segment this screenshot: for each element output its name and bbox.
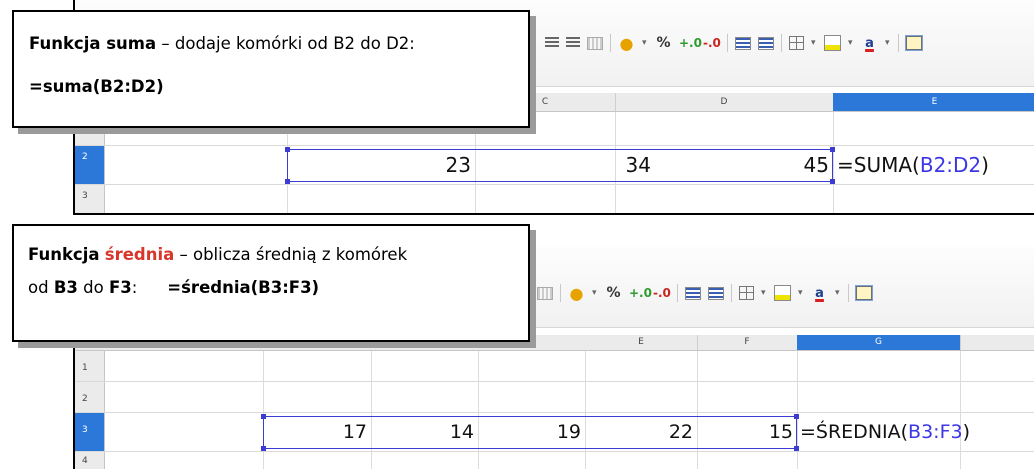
callout-text: – dodaje komórki od B2 do D2: [156, 34, 415, 53]
chevron-down-icon[interactable]: ▾ [848, 38, 854, 48]
row-header-4[interactable]: 4 [75, 452, 105, 469]
row-header-3[interactable]: 3 [75, 185, 105, 213]
callout-text-od: od [28, 278, 54, 297]
callout-colon: : [131, 278, 138, 297]
row-2: 2 23 34 45 =SUMA(B2:D2) [75, 146, 1034, 185]
chevron-down-icon[interactable]: ▾ [885, 38, 891, 48]
callout-description: Funkcja suma – dodaje komórki od B2 do D… [29, 34, 528, 53]
column-header-f[interactable]: F [697, 335, 798, 350]
callout-formula: =średnia(B3:F3) [167, 278, 320, 297]
column-header-e[interactable]: E [585, 335, 698, 350]
chevron-down-icon[interactable]: ▾ [761, 288, 767, 298]
percent-format-icon[interactable]: % [605, 285, 622, 301]
toolbar-separator [898, 34, 899, 52]
formula-suffix: ) [981, 153, 989, 177]
chevron-down-icon[interactable]: ▾ [642, 38, 648, 48]
row-3: 3 [75, 185, 1034, 213]
formula-prefix: =SUMA( [837, 153, 920, 177]
toolbar-separator [848, 284, 849, 302]
callout-ref-f3: F3 [108, 278, 132, 297]
fill-color-icon[interactable]: ● [618, 35, 635, 51]
row-header-2[interactable]: 2 [75, 382, 105, 412]
column-header-d[interactable]: D [615, 93, 834, 111]
explanation-callout-sum: Funkcja suma – dodaje komórki od B2 do D… [12, 10, 530, 128]
row-header-3-selected[interactable]: 3 [75, 413, 105, 451]
add-decimal-icon[interactable]: +.0 [679, 36, 702, 51]
callout-ref-b3: B3 [53, 278, 78, 297]
formula-suffix: ) [962, 421, 971, 443]
gridlines-icon[interactable] [855, 285, 873, 301]
cell-e2-formula[interactable]: =SUMA(B2:D2) [837, 146, 989, 184]
formula-prefix: =ŚREDNIA( [800, 421, 909, 443]
font-color-icon[interactable]: a [861, 36, 878, 51]
callout-text-do: do [77, 278, 109, 297]
gridlines-icon[interactable] [905, 35, 923, 51]
callout-range-line: od B3 do F3: =średnia(B3:F3) [28, 271, 528, 304]
callout-title: Funkcja suma [29, 34, 157, 53]
chevron-down-icon[interactable]: ▾ [811, 38, 817, 48]
toolbar-separator [560, 284, 561, 302]
row-header-1[interactable]: 1 [75, 351, 105, 381]
callout-word-funkcja: Funkcja [28, 245, 100, 264]
background-color-icon[interactable] [824, 35, 841, 51]
font-color-icon[interactable]: a [811, 286, 828, 301]
merge-cells-icon[interactable] [587, 36, 603, 50]
percent-format-icon[interactable]: % [655, 35, 672, 51]
formula-range-reference: B3:F3 [908, 421, 963, 443]
align-center-icon[interactable] [545, 37, 559, 49]
row-1: 1 [75, 351, 1034, 382]
delete-decimal-icon[interactable]: -.0 [703, 36, 721, 51]
toolbar-separator [610, 34, 611, 52]
increase-indent-icon[interactable] [735, 36, 751, 50]
chevron-down-icon[interactable]: ▾ [798, 288, 804, 298]
decrease-indent-icon[interactable] [758, 36, 774, 50]
row-header-2-selected[interactable]: 2 [75, 146, 105, 184]
row-2: 2 [75, 382, 1034, 413]
callout-text: – oblicza średnią z komórek [174, 245, 408, 264]
row-3: 3 17 14 19 22 15 =ŚREDNIA(B3:F3) [75, 413, 1034, 452]
column-header-e-selected[interactable]: E [833, 93, 1034, 111]
borders-icon[interactable] [789, 36, 804, 50]
background-color-icon[interactable] [774, 285, 791, 301]
toolbar-separator [727, 34, 728, 52]
decrease-indent-icon[interactable] [708, 286, 724, 300]
cell-g3-formula[interactable]: =ŚREDNIA(B3:F3) [800, 413, 970, 451]
row-4: 4 [75, 452, 1034, 469]
add-decimal-icon[interactable]: +.0 [629, 286, 652, 301]
toolbar-separator [731, 284, 732, 302]
range-highlight-b3-f3 [261, 414, 799, 451]
toolbar-separator [781, 34, 782, 52]
increase-indent-icon[interactable] [685, 286, 701, 300]
toolbar-separator [677, 284, 678, 302]
callout-description: Funkcja średnia – oblicza średnią z komó… [28, 238, 528, 271]
fill-color-icon[interactable]: ● [568, 285, 585, 301]
formula-range-reference: B2:D2 [919, 153, 982, 177]
chevron-down-icon[interactable]: ▾ [835, 288, 841, 298]
merge-cells-icon[interactable] [537, 286, 553, 300]
chevron-down-icon[interactable]: ▾ [592, 288, 598, 298]
column-header-g-selected[interactable]: G [797, 335, 961, 350]
callout-formula: =suma(B2:D2) [29, 77, 164, 96]
explanation-callout-average: Funkcja średnia – oblicza średnią z komó… [12, 224, 530, 342]
delete-decimal-icon[interactable]: -.0 [653, 286, 671, 301]
borders-icon[interactable] [739, 286, 754, 300]
range-highlight-b2-d2 [285, 147, 835, 184]
align-right-icon[interactable] [566, 37, 580, 49]
callout-word-srednia: średnia [104, 245, 175, 264]
